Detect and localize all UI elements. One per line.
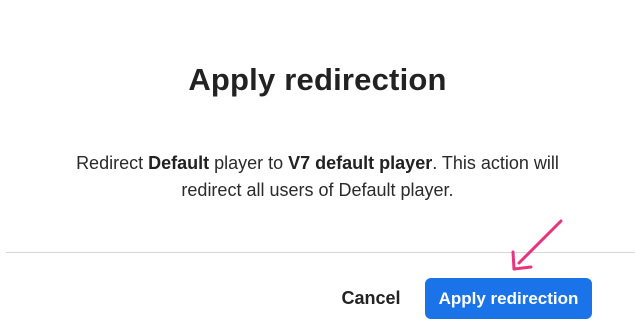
message-text-part-2: player to	[209, 153, 289, 173]
dialog-title: Apply redirection	[188, 62, 447, 97]
target-player-name: V7 default player	[288, 153, 433, 173]
arrow-pointing-icon	[511, 219, 563, 271]
cancel-button[interactable]: Cancel	[330, 279, 412, 317]
source-player-name: Default	[148, 153, 210, 173]
message-text-part-1: Redirect	[76, 153, 149, 173]
arrow-shaft	[517, 219, 563, 265]
apply-redirection-button[interactable]: Apply redirection	[425, 278, 592, 319]
dialog-message: Redirect Default player to V7 default pl…	[60, 150, 575, 204]
apply-redirection-dialog: Apply redirection Redirect Default playe…	[0, 0, 635, 323]
